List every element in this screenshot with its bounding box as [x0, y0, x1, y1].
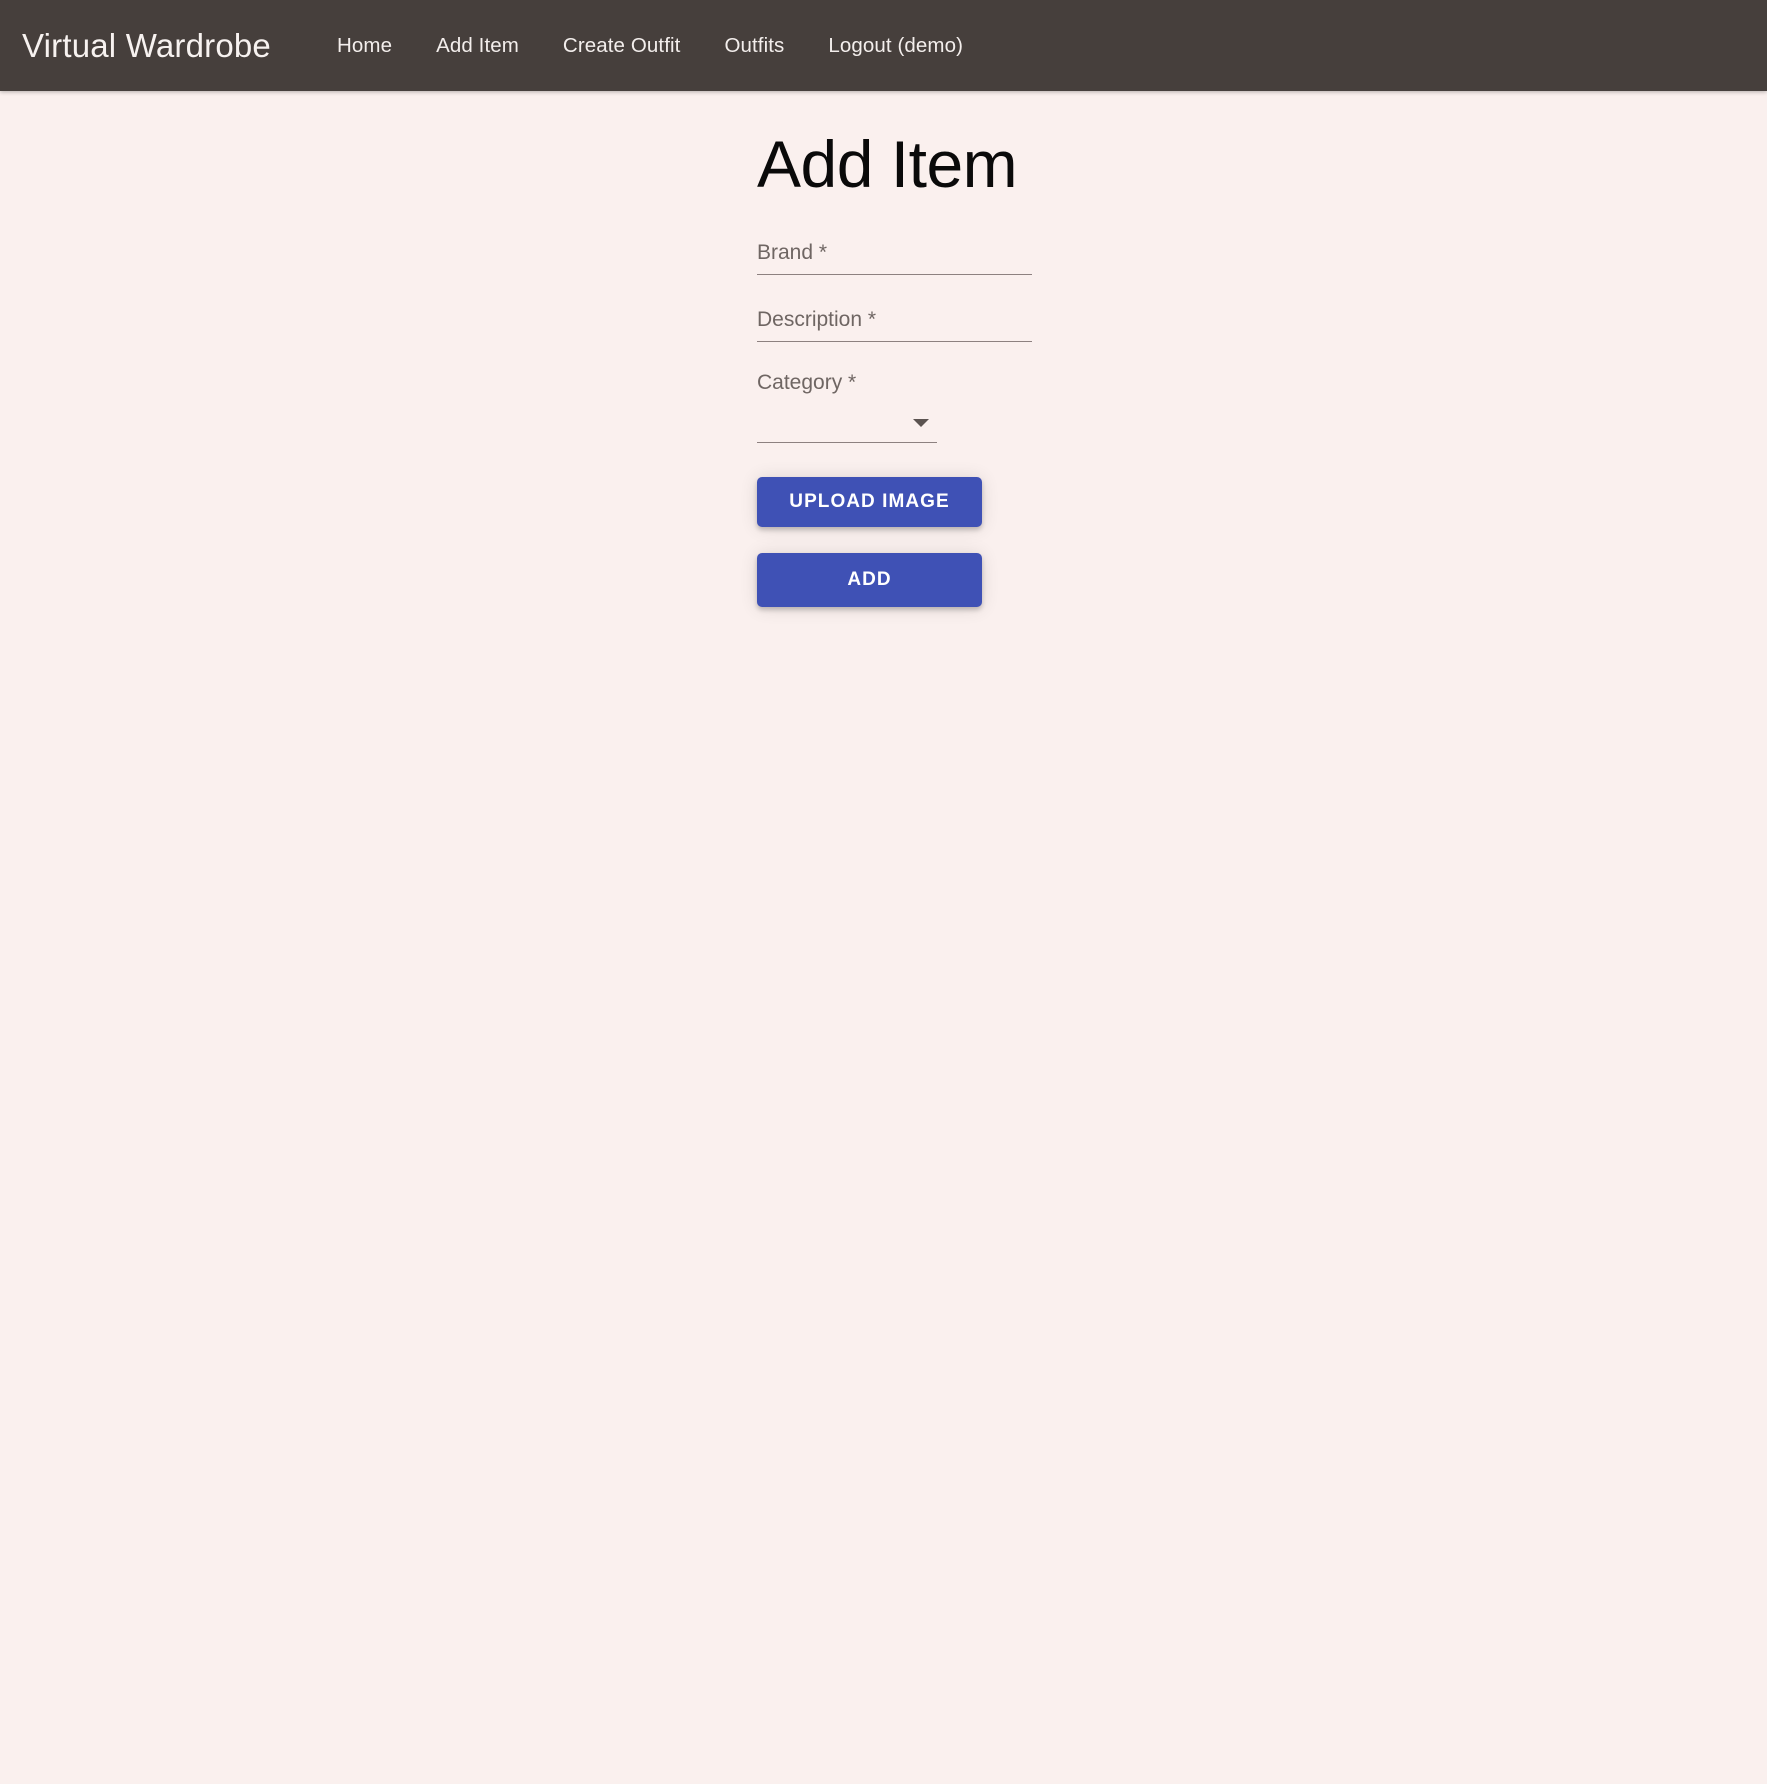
nav-link-logout[interactable]: Logout (demo)	[806, 28, 985, 64]
upload-image-button[interactable]: UPLOAD IMAGE	[757, 476, 982, 527]
nav-link-create-outfit[interactable]: Create Outfit	[541, 28, 703, 64]
navbar-brand[interactable]: Virtual Wardrobe	[22, 27, 271, 65]
nav-link-add-item[interactable]: Add Item	[414, 28, 541, 64]
add-item-form: Add Item Category * UPLOAD IMAGE ADD	[757, 128, 1077, 607]
nav-link-home[interactable]: Home	[315, 28, 414, 64]
category-selected-value	[757, 408, 937, 438]
brand-field-wrapper	[757, 236, 1032, 275]
page-title: Add Item	[757, 127, 1018, 201]
category-select[interactable]	[757, 408, 937, 443]
nav-link-outfits[interactable]: Outfits	[702, 28, 806, 64]
description-input[interactable]	[757, 303, 1032, 342]
page-content: Add Item Category * UPLOAD IMAGE ADD	[0, 91, 1767, 607]
description-field-wrapper	[757, 303, 1032, 342]
navbar-links: Home Add Item Create Outfit Outfits Logo…	[315, 28, 985, 64]
add-button[interactable]: ADD	[757, 552, 982, 607]
navbar: Virtual Wardrobe Home Add Item Create Ou…	[0, 0, 1767, 91]
brand-input[interactable]	[757, 236, 1032, 275]
category-label: Category *	[757, 370, 857, 394]
category-field-wrapper: Category *	[757, 371, 1032, 443]
